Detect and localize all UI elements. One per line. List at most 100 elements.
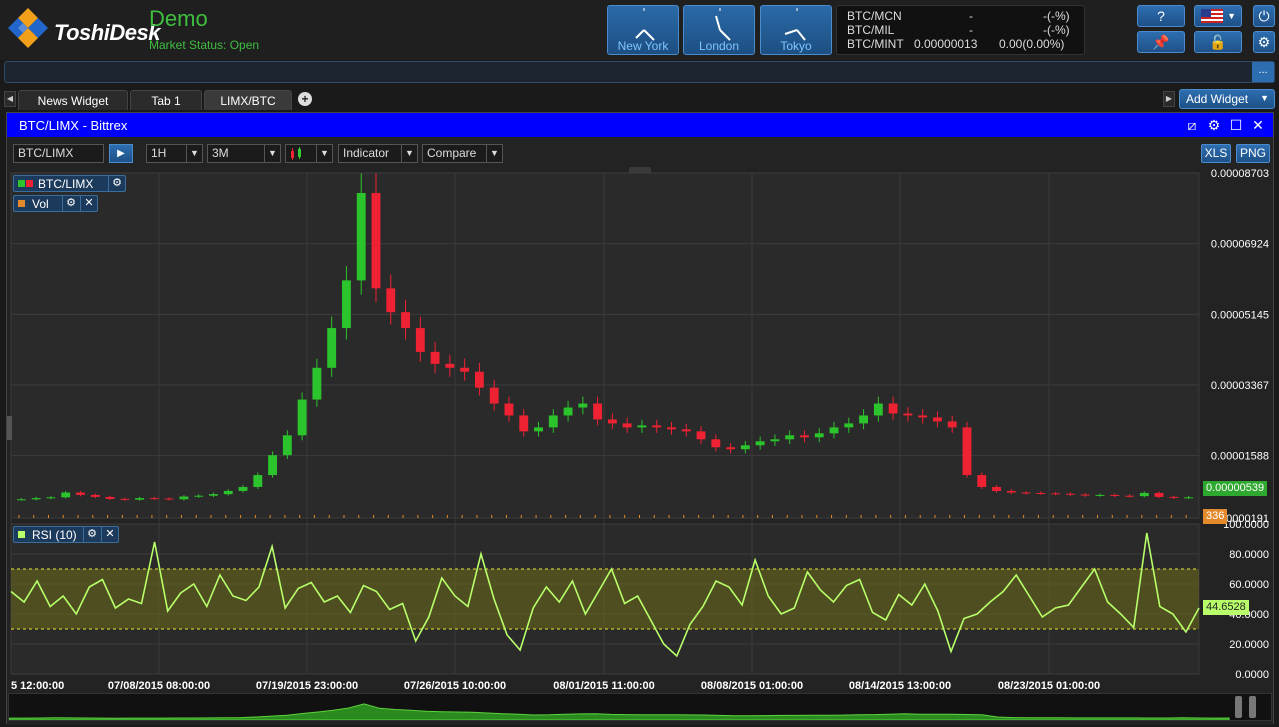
volume-bar	[1023, 515, 1025, 518]
range-select[interactable]: 3M ▼	[207, 144, 281, 163]
volume-bar	[1111, 515, 1113, 518]
gear-icon[interactable]: ⚙	[1205, 116, 1223, 134]
symbol-input[interactable]: BTC/LIMX	[13, 144, 104, 163]
pane-collapse-handle[interactable]	[629, 167, 651, 173]
candle-body	[667, 427, 676, 430]
candle-body	[711, 439, 721, 448]
navigator-handle-right[interactable]	[1249, 696, 1256, 718]
gear-icon[interactable]: ⚙	[108, 176, 125, 191]
candle-body	[859, 415, 868, 424]
help-button[interactable]: ?	[1137, 5, 1185, 27]
x-tick-label: 07/08/2015 08:00:00	[108, 680, 210, 692]
tab-tab-1[interactable]: Tab 1	[130, 90, 202, 110]
close-icon[interactable]: ✕	[80, 196, 97, 211]
tab-scroll-right-icon[interactable]: ▶	[1163, 91, 1175, 107]
candle-body	[726, 447, 736, 450]
navigator-handle-left[interactable]	[1235, 696, 1242, 718]
legend-price[interactable]: BTC/LIMX ⚙	[13, 175, 126, 192]
popout-icon[interactable]: ⧄	[1183, 116, 1201, 134]
volume-bar	[47, 515, 49, 518]
compare-select[interactable]: Compare ▼	[422, 144, 503, 163]
volume-bar	[904, 515, 906, 518]
ticker-symbol: BTC/MINT	[847, 37, 904, 51]
volume-bar	[358, 515, 360, 518]
add-tab-icon[interactable]: +	[298, 92, 312, 106]
volume-bar	[771, 515, 773, 518]
volume-bar	[1097, 515, 1099, 518]
volume-bar	[653, 515, 655, 518]
ticker-row[interactable]: BTC/MINT 0.00000013 0.00(0.00%)	[847, 37, 1087, 52]
clock-new-york[interactable]: New York	[607, 5, 679, 55]
ticker-price: -	[969, 9, 973, 23]
gear-icon[interactable]: ⚙	[62, 196, 79, 211]
clock-london[interactable]: London	[683, 5, 755, 55]
volume-bar	[166, 515, 168, 518]
volume-bar	[343, 515, 345, 518]
chart-area[interactable]: 0.00008703 0.00006924 0.00005145 0.00003367…	[7, 167, 1273, 725]
maximize-icon[interactable]: ☐	[1227, 116, 1245, 134]
ticker-symbol: BTC/MCN	[847, 9, 902, 23]
close-icon[interactable]: ✕	[101, 527, 118, 542]
play-icon[interactable]: ▶	[109, 144, 133, 163]
ticker-change: -(-%)	[1043, 9, 1070, 23]
candle-body	[593, 403, 603, 420]
xls-export-button[interactable]: XLS	[1201, 144, 1231, 163]
legend-rsi[interactable]: RSI (10) ⚙ ✕	[13, 526, 119, 543]
volume-bar	[491, 515, 493, 518]
gear-icon[interactable]: ⚙	[83, 527, 100, 542]
volume-bar	[683, 515, 685, 518]
clock-label: New York	[617, 39, 669, 53]
candle-body	[844, 423, 854, 428]
ticker-row[interactable]: BTC/MCN - -(-%)	[847, 9, 1087, 24]
command-more-button[interactable]: ...	[1252, 62, 1274, 82]
candle-body	[149, 498, 159, 500]
clock-tokyo[interactable]: Tokyo	[760, 5, 832, 55]
candle-body	[61, 492, 71, 498]
candle-body	[770, 439, 780, 442]
lock-button[interactable]: 🔓	[1194, 31, 1242, 53]
volume-bar	[801, 515, 803, 518]
language-button[interactable]: ▼	[1194, 5, 1242, 27]
candle-body	[607, 419, 617, 424]
price-pane	[10, 172, 1200, 519]
chart-toolbar: BTC/LIMX ▶ 1H ▼ 3M ▼ ▼ Indicator ▼ Compa…	[7, 139, 1273, 165]
close-icon[interactable]: ✕	[1249, 116, 1267, 134]
chart-type-select[interactable]: ▼	[285, 144, 333, 163]
png-export-button[interactable]: PNG	[1236, 144, 1270, 163]
indicator-select[interactable]: Indicator ▼	[338, 144, 418, 163]
volume-bar	[860, 515, 862, 518]
tab-news-widget[interactable]: News Widget	[18, 90, 128, 110]
chevron-down-icon: ▼	[401, 145, 417, 162]
command-bar[interactable]: ...	[4, 61, 1275, 83]
logo-diamond-icon	[8, 8, 48, 48]
legend-vol[interactable]: Vol ⚙ ✕	[13, 195, 98, 212]
candle-body	[253, 475, 263, 487]
candle-body	[829, 427, 839, 434]
volume-bar	[550, 515, 552, 518]
volume-bar	[299, 515, 301, 518]
settings-button[interactable]: ⚙	[1253, 31, 1275, 53]
price-y-tick-label: 0.00001588	[1211, 451, 1269, 463]
add-widget-button[interactable]: Add Widget ▼	[1179, 89, 1275, 109]
candle-body	[873, 403, 883, 416]
widget-title-bar: BTC/LIMX - Bittrex ⧄ ⚙ ☐ ✕	[7, 113, 1273, 137]
interval-select[interactable]: 1H ▼	[146, 144, 203, 163]
range-value: 3M	[212, 146, 229, 160]
tab-scroll-left-icon[interactable]: ◀	[4, 91, 16, 107]
tab-limx-btc[interactable]: LIMX/BTC	[204, 90, 292, 110]
compare-label: Compare	[427, 146, 477, 160]
tab-bar: ◀ News Widget Tab 1 LIMX/BTC + ▶ Add Wid…	[0, 88, 1279, 110]
pane-resize-handle[interactable]	[7, 416, 12, 440]
candle-body	[800, 435, 809, 438]
candle-body	[785, 435, 795, 440]
volume-bar	[609, 515, 611, 518]
pin-icon: 📌	[1152, 34, 1170, 50]
volume-bar	[1141, 515, 1143, 518]
power-button[interactable]: ⏻	[1253, 5, 1275, 27]
range-navigator[interactable]	[8, 693, 1272, 721]
rsi-y-tick-label: 80.0000	[1229, 549, 1269, 561]
candle-body	[814, 433, 824, 438]
ticker-row[interactable]: BTC/MIL - -(-%)	[847, 23, 1087, 38]
volume-bar	[712, 515, 714, 518]
pin-button[interactable]: 📌	[1137, 31, 1185, 53]
